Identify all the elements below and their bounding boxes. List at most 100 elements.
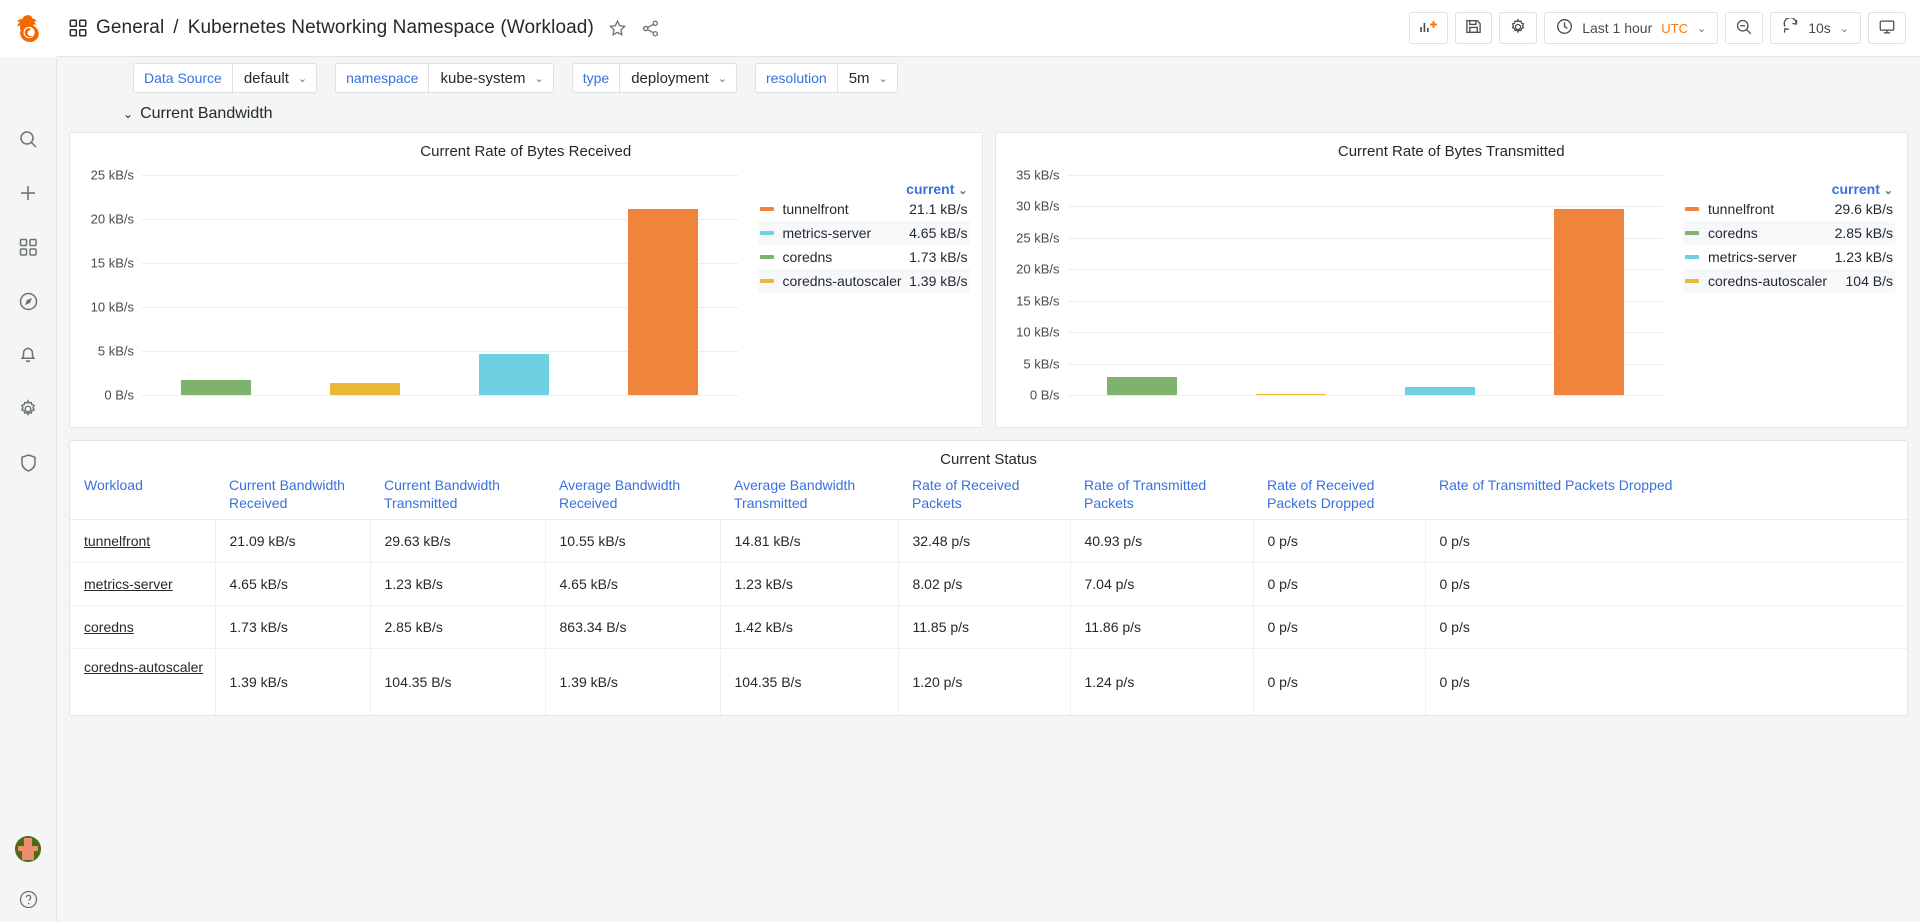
breadcrumb-folder[interactable]: General bbox=[96, 17, 164, 39]
cell-value: 0 p/s bbox=[1252, 605, 1425, 649]
legend-series-name: coredns-autoscaler bbox=[782, 273, 902, 289]
column-header-average-bandwidth-transmitted[interactable]: Average Bandwidth Transmitted bbox=[720, 471, 898, 520]
workload-link[interactable]: metrics-server bbox=[84, 576, 173, 592]
bar-tunnelfront[interactable] bbox=[628, 209, 699, 395]
variable-value-dropdown[interactable]: 5m ⌄ bbox=[836, 63, 898, 93]
legend-sort-header[interactable]: current ⌄ bbox=[758, 181, 970, 197]
sidebar-item-explore[interactable] bbox=[0, 274, 57, 328]
panel-row-bandwidth: Current Rate of Bytes Received 25 kB/s 2… bbox=[69, 132, 1908, 428]
bar-metrics-server[interactable] bbox=[1404, 387, 1475, 395]
dashboard-settings-button[interactable] bbox=[1499, 12, 1538, 44]
legend-series-value: 1.39 kB/s bbox=[909, 273, 968, 289]
legend-sort-header[interactable]: current ⌄ bbox=[1683, 181, 1895, 197]
y-axis-tick: 20 kB/s bbox=[1016, 261, 1060, 277]
dashboard-canvas: ⌄ Current Bandwidth Current Rate of Byte… bbox=[57, 99, 1920, 922]
legend-series-name: metrics-server bbox=[1708, 249, 1797, 265]
panel-title: Current Rate of Bytes Transmitted bbox=[1337, 143, 1565, 160]
add-panel-button[interactable] bbox=[1409, 12, 1449, 44]
y-axis-tick: 25 kB/s bbox=[90, 167, 134, 183]
graph-body: 25 kB/s 20 kB/s 15 kB/s 10 kB/s 5 kB/s 0… bbox=[70, 163, 982, 419]
bar-slot bbox=[291, 175, 440, 395]
y-axis-tick: 0 B/s bbox=[1029, 387, 1060, 403]
legend-item[interactable]: metrics-server 4.65 kB/s bbox=[757, 221, 970, 245]
cell-value: 4.65 kB/s bbox=[544, 562, 720, 606]
sidebar-item-dashboards[interactable] bbox=[0, 220, 57, 274]
page-title[interactable]: Kubernetes Networking Namespace (Workloa… bbox=[188, 17, 594, 39]
bar-coredns[interactable] bbox=[181, 379, 252, 395]
row-header-current-bandwidth[interactable]: ⌄ Current Bandwidth bbox=[69, 99, 1908, 129]
refresh-picker[interactable]: 10s ⌄ bbox=[1770, 12, 1861, 44]
breadcrumb-separator: / bbox=[173, 17, 179, 38]
chevron-down-icon: ⌄ bbox=[1883, 185, 1893, 197]
refresh-icon bbox=[1782, 17, 1799, 38]
sidebar-item-configuration[interactable] bbox=[0, 382, 57, 436]
column-header-rate-of-received-packets-dropped[interactable]: Rate of Received Packets Dropped bbox=[1253, 471, 1425, 520]
legend-transmitted: current ⌄ tunnelfront 29.6 kB/s coredns bbox=[1677, 163, 1907, 419]
column-header-average-bandwidth-received[interactable]: Average Bandwidth Received bbox=[545, 471, 720, 520]
share-icon[interactable] bbox=[641, 19, 660, 38]
add-panel-icon bbox=[1419, 18, 1438, 39]
legend-item[interactable]: coredns 1.73 kB/s bbox=[758, 245, 970, 269]
plot-area: 25 kB/s 20 kB/s 15 kB/s 10 kB/s 5 kB/s 0… bbox=[91, 168, 738, 403]
workload-link[interactable]: coredns-autoscaler bbox=[84, 659, 203, 675]
legend-color-swatch bbox=[759, 207, 774, 211]
legend-item[interactable]: tunnelfront 21.1 kB/s bbox=[758, 197, 970, 221]
variable-label: resolution bbox=[754, 63, 837, 93]
star-icon[interactable] bbox=[608, 19, 627, 38]
table-body: tunnelfront 21.09 kB/s 29.63 kB/s 10.55 … bbox=[70, 519, 1907, 715]
current-status-table: Workload Current Bandwidth Received Curr… bbox=[70, 471, 1907, 715]
bar-metrics-server[interactable] bbox=[479, 354, 550, 395]
zoom-out-time-button[interactable] bbox=[1725, 12, 1764, 44]
bar-slot bbox=[1514, 175, 1663, 395]
legend-item[interactable]: tunnelfront 29.6 kB/s bbox=[1683, 197, 1895, 221]
cell-value: 1.39 kB/s bbox=[214, 648, 370, 715]
legend-received: current ⌄ tunnelfront 21.1 kB/s metrics-… bbox=[752, 163, 982, 419]
workload-link[interactable]: coredns bbox=[84, 619, 134, 635]
variable-value: 5m bbox=[848, 69, 870, 87]
panel-current-rate-bytes-received: Current Rate of Bytes Received 25 kB/s 2… bbox=[69, 132, 983, 428]
bar-chart-received[interactable]: 25 kB/s 20 kB/s 15 kB/s 10 kB/s 5 kB/s 0… bbox=[70, 163, 752, 419]
variable-value-dropdown[interactable]: deployment ⌄ bbox=[619, 63, 737, 93]
column-header-current-bandwidth-transmitted[interactable]: Current Bandwidth Transmitted bbox=[370, 471, 545, 520]
monitor-icon bbox=[1878, 18, 1896, 39]
grafana-app: General / Kubernetes Networking Namespac… bbox=[0, 0, 1920, 922]
sidebar-item-create[interactable] bbox=[0, 166, 57, 220]
plus-icon bbox=[18, 183, 38, 203]
column-header-workload[interactable]: Workload bbox=[70, 471, 215, 520]
zoom-out-icon bbox=[1735, 18, 1753, 39]
variable-value-dropdown[interactable]: default ⌄ bbox=[231, 63, 318, 93]
sidebar-item-server-admin[interactable] bbox=[0, 436, 57, 490]
grafana-logo-icon[interactable] bbox=[0, 0, 57, 57]
bar-coredns-autoscaler[interactable] bbox=[1255, 393, 1326, 395]
legend-series-value: 21.1 kB/s bbox=[909, 201, 968, 217]
bar-chart-transmitted[interactable]: 35 kB/s 30 kB/s 25 kB/s 20 kB/s 15 kB/s bbox=[996, 163, 1678, 419]
cycle-view-mode-button[interactable] bbox=[1868, 12, 1906, 44]
column-header-rate-of-received-packets[interactable]: Rate of Received Packets bbox=[898, 471, 1070, 520]
legend-series-value: 1.23 kB/s bbox=[1834, 249, 1893, 265]
variable-value-dropdown[interactable]: kube-system ⌄ bbox=[428, 63, 554, 93]
sidebar-item-alerting[interactable] bbox=[0, 328, 57, 382]
time-range-label: Last 1 hour bbox=[1582, 20, 1653, 36]
help-icon[interactable] bbox=[11, 882, 45, 916]
legend-item[interactable]: coredns-autoscaler 104 B/s bbox=[1683, 269, 1895, 293]
variable-type: type deployment ⌄ bbox=[571, 63, 737, 93]
legend-item[interactable]: coredns-autoscaler 1.39 kB/s bbox=[757, 269, 970, 293]
legend-item[interactable]: coredns 2.85 kB/s bbox=[1683, 221, 1895, 245]
legend-series-value: 104 B/s bbox=[1845, 273, 1893, 289]
variable-label: type bbox=[571, 63, 620, 93]
avatar[interactable] bbox=[15, 836, 41, 862]
table-header: Workload Current Bandwidth Received Curr… bbox=[70, 471, 1907, 520]
bar-coredns[interactable] bbox=[1106, 377, 1177, 395]
time-range-picker[interactable]: Last 1 hour UTC ⌄ bbox=[1544, 12, 1719, 44]
bar-coredns-autoscaler[interactable] bbox=[330, 382, 401, 395]
column-header-rate-of-transmitted-packets-dropped[interactable]: Rate of Transmitted Packets Dropped bbox=[1425, 471, 1907, 520]
sidebar-item-search[interactable] bbox=[0, 112, 57, 166]
legend-item[interactable]: metrics-server 1.23 kB/s bbox=[1683, 245, 1895, 269]
workload-link[interactable]: tunnelfront bbox=[84, 533, 150, 549]
y-axis-tick: 5 kB/s bbox=[1023, 356, 1060, 372]
column-header-current-bandwidth-received[interactable]: Current Bandwidth Received bbox=[215, 471, 370, 520]
save-dashboard-button[interactable] bbox=[1455, 12, 1493, 44]
column-header-rate-of-transmitted-packets[interactable]: Rate of Transmitted Packets bbox=[1070, 471, 1253, 520]
cell-value: 11.86 p/s bbox=[1069, 605, 1253, 649]
bar-tunnelfront[interactable] bbox=[1553, 208, 1624, 395]
